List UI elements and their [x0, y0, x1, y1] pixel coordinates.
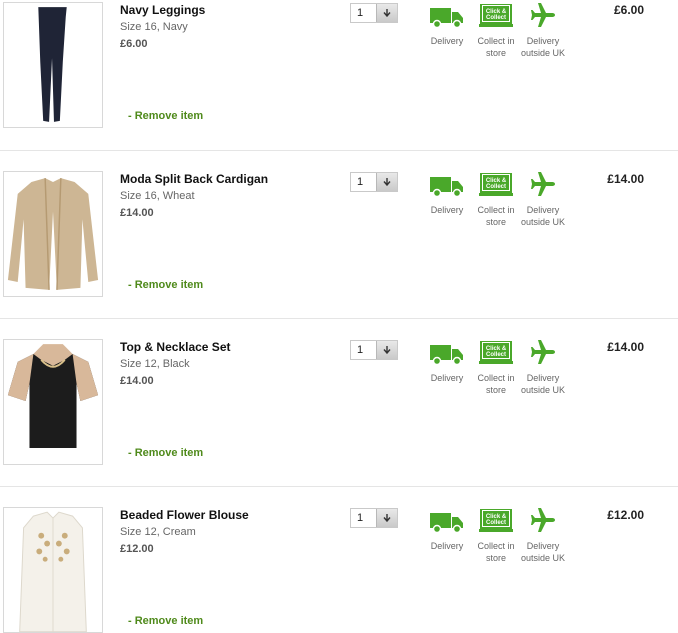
leggings-image	[38, 7, 67, 122]
delivery-van-icon	[430, 345, 463, 365]
delivery-option: Delivery	[419, 3, 475, 47]
basket-item-list: Navy Leggings Size 16, Navy £6.00 - Remov…	[0, 0, 678, 633]
outside-uk-label: Delivery outside UK	[520, 541, 566, 563]
collect-badge-line-2: Collect	[486, 184, 506, 190]
airplane-icon	[531, 3, 555, 27]
line-total: £14.00	[607, 172, 644, 186]
outside-uk-label: Delivery outside UK	[520, 205, 566, 227]
product-size-colour: Size 12, Black	[120, 358, 190, 370]
chevron-down-icon[interactable]	[376, 509, 397, 527]
quantity-value: 1	[357, 7, 364, 19]
outside-uk-label: Delivery outside UK	[520, 373, 566, 395]
delivery-option: Delivery	[419, 340, 475, 384]
chevron-down-icon[interactable]	[376, 173, 397, 191]
delivery-outside-uk-option: Delivery outside UK	[515, 340, 571, 396]
product-size-colour: Size 16, Navy	[120, 21, 188, 33]
quantity-select[interactable]: 1	[350, 3, 398, 23]
delivery-option: Delivery	[419, 508, 475, 552]
remove-item-link[interactable]: - Remove item	[128, 447, 203, 459]
click-collect-icon: Click &Collect	[479, 341, 513, 364]
line-total: £12.00	[607, 508, 644, 522]
delivery-van-icon	[430, 8, 463, 28]
product-image-top-necklace[interactable]	[3, 339, 103, 465]
product-size-colour: Size 16, Wheat	[120, 190, 195, 202]
quantity-value: 1	[357, 512, 364, 524]
delivery-label: Delivery	[430, 205, 464, 215]
product-size: Size 16,	[120, 21, 160, 33]
unit-price: £14.00	[120, 207, 154, 219]
product-colour: Cream	[162, 526, 196, 538]
product-image-blouse[interactable]	[3, 507, 103, 633]
remove-item-link[interactable]: - Remove item	[128, 110, 203, 122]
delivery-label: Delivery	[430, 36, 464, 46]
product-colour: Black	[162, 358, 190, 370]
collect-badge-line-2: Collect	[486, 352, 506, 358]
cardigan-image	[7, 178, 99, 290]
click-collect-icon: Click &Collect	[479, 509, 513, 532]
product-size: Size 12,	[120, 358, 160, 370]
unit-price: £6.00	[120, 38, 148, 50]
delivery-option: Delivery	[419, 172, 475, 216]
product-colour: Wheat	[162, 190, 195, 202]
airplane-icon	[531, 340, 555, 364]
product-size: Size 16,	[120, 190, 160, 202]
product-image-cardigan[interactable]	[3, 171, 103, 297]
product-colour: Navy	[162, 21, 188, 33]
unit-price: £14.00	[120, 375, 154, 387]
unit-price: £12.00	[120, 543, 154, 555]
collect-badge-line-2: Collect	[486, 520, 506, 526]
top-necklace-image	[7, 344, 99, 449]
product-image-leggings[interactable]	[3, 2, 103, 128]
outside-uk-label: Delivery outside UK	[520, 36, 566, 58]
line-total: £6.00	[613, 3, 644, 17]
quantity-value: 1	[357, 344, 364, 356]
delivery-outside-uk-option: Delivery outside UK	[515, 172, 571, 228]
airplane-icon	[531, 172, 555, 196]
basket-item-row: Top & Necklace Set Size 12, Black £14.00 …	[0, 319, 678, 487]
quantity-select[interactable]: 1	[350, 340, 398, 360]
chevron-down-icon[interactable]	[376, 4, 397, 22]
basket-item-row: Beaded Flower Blouse Size 12, Cream £12.0…	[0, 487, 678, 633]
blouse-image	[19, 511, 87, 632]
product-name[interactable]: Moda Split Back Cardigan	[120, 172, 268, 186]
delivery-van-icon	[430, 513, 463, 533]
line-total: £14.00	[607, 340, 644, 354]
click-collect-icon: Click &Collect	[479, 4, 513, 27]
delivery-outside-uk-option: Delivery outside UK	[515, 508, 571, 564]
click-collect-icon: Click &Collect	[479, 173, 513, 196]
collect-badge-line-2: Collect	[486, 15, 506, 21]
chevron-down-icon[interactable]	[376, 341, 397, 359]
basket-item-row: Moda Split Back Cardigan Size 16, Wheat £…	[0, 151, 678, 319]
delivery-van-icon	[430, 177, 463, 197]
delivery-outside-uk-option: Delivery outside UK	[515, 3, 571, 59]
quantity-value: 1	[357, 176, 364, 188]
product-name[interactable]: Navy Leggings	[120, 3, 205, 17]
delivery-label: Delivery	[430, 541, 464, 551]
product-size: Size 12,	[120, 526, 160, 538]
basket-item-row: Navy Leggings Size 16, Navy £6.00 - Remov…	[0, 0, 678, 151]
quantity-select[interactable]: 1	[350, 508, 398, 528]
delivery-label: Delivery	[430, 373, 464, 383]
airplane-icon	[531, 508, 555, 532]
product-name[interactable]: Top & Necklace Set	[120, 340, 230, 354]
quantity-select[interactable]: 1	[350, 172, 398, 192]
remove-item-link[interactable]: - Remove item	[128, 279, 203, 291]
product-name[interactable]: Beaded Flower Blouse	[120, 508, 249, 522]
remove-item-link[interactable]: - Remove item	[128, 615, 203, 627]
product-size-colour: Size 12, Cream	[120, 526, 196, 538]
